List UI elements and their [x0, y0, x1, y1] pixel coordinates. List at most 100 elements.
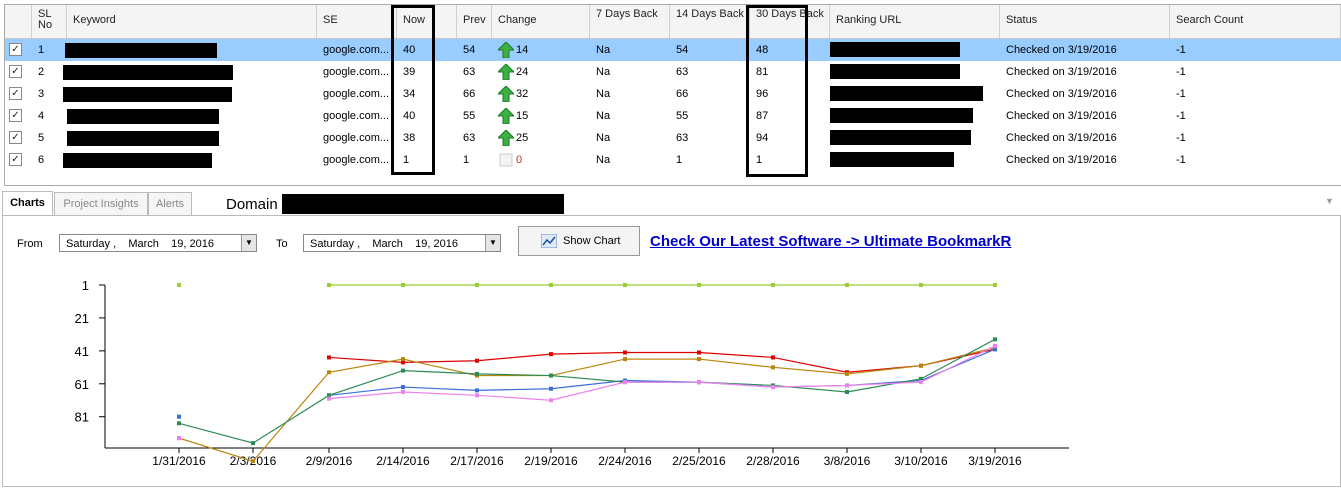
header-ranking-url[interactable]: Ranking URL [830, 5, 1000, 38]
days7-cell: Na [596, 132, 611, 144]
ranking-url-redacted [830, 108, 973, 123]
ranking-url-redacted [830, 130, 971, 145]
days7-cell: Na [596, 88, 611, 100]
prev-cell: 55 [463, 110, 476, 122]
header-14-days-back[interactable]: 14 Days Back [670, 5, 750, 38]
data-point [177, 283, 181, 287]
show-chart-label: Show Chart [563, 235, 621, 247]
change-value: 24 [516, 66, 529, 78]
days14-cell: 63 [676, 132, 689, 144]
header-7-days-back[interactable]: 7 Days Back [590, 5, 670, 38]
chart-icon [541, 234, 557, 248]
table-row[interactable]: ✓ 5 google.com... 38 63 25 Na 63 94 Checked on 3/… [5, 127, 1341, 149]
header-checkbox-col[interactable] [5, 5, 32, 38]
change-cell: 0 [492, 149, 590, 171]
series-line [178, 346, 996, 462]
change-cell: 24 [492, 61, 590, 83]
search-count-cell: -1 [1176, 132, 1186, 144]
search-count-cell: -1 [1176, 88, 1186, 100]
status-cell: Checked on 3/19/2016 [1006, 66, 1117, 78]
row-checkbox[interactable]: ✓ [9, 87, 22, 100]
days7-cell: Na [596, 110, 611, 122]
table-row[interactable]: ✓ 2 google.com... 39 63 24 Na 63 81 Checked on 3/… [5, 61, 1341, 83]
change-value: 14 [516, 44, 529, 56]
tab-project-insights[interactable]: Project Insights [54, 192, 148, 215]
row-checkbox[interactable]: ✓ [9, 65, 22, 78]
header-se[interactable]: SE [317, 5, 397, 38]
charts-panel: From Saturday , March 19, 2016 ▼ To Satu… [2, 215, 1341, 487]
sl-no-cell: 1 [38, 44, 45, 56]
header-keyword[interactable]: Keyword [67, 5, 317, 38]
ranking-url-redacted [830, 152, 954, 167]
show-chart-button[interactable]: Show Chart [518, 226, 640, 256]
days14-cell: 55 [676, 110, 689, 122]
prev-cell: 63 [463, 66, 476, 78]
prev-cell: 1 [463, 154, 470, 166]
green-up-arrow-icon [498, 108, 514, 125]
status-cell: Checked on 3/19/2016 [1006, 132, 1117, 144]
y-tick-label: 1 [82, 278, 89, 293]
status-cell: Checked on 3/19/2016 [1006, 110, 1117, 122]
keyword-redacted [67, 131, 219, 146]
to-label: To [276, 238, 288, 250]
days14-cell: 63 [676, 66, 689, 78]
chevron-down-icon[interactable]: ▼ [241, 235, 256, 251]
sl-no-cell: 3 [38, 88, 45, 100]
keyword-redacted [63, 65, 233, 80]
header-status[interactable]: Status [1000, 5, 1170, 38]
x-tick-label: 3/10/2016 [894, 454, 948, 468]
highlight-box-30-days [746, 5, 808, 177]
table-row[interactable]: ✓ 3 google.com... 34 66 32 Na 66 96 Checked on 3/… [5, 83, 1341, 105]
x-tick-label: 2/17/2016 [450, 454, 504, 468]
table-row[interactable]: ✓ 4 google.com... 40 55 15 Na 55 87 Checked on 3/… [5, 105, 1341, 127]
days14-cell: 1 [676, 154, 683, 166]
green-up-arrow-icon [498, 42, 514, 59]
header-prev[interactable]: Prev [457, 5, 492, 38]
chevron-down-icon[interactable]: ▼ [485, 235, 500, 251]
neutral-square-icon [499, 153, 513, 167]
sl-no-cell: 5 [38, 132, 45, 144]
row-checkbox[interactable]: ✓ [9, 131, 22, 144]
days7-cell: Na [596, 66, 611, 78]
table-row[interactable]: ✓ 6 google.com... 1 1 0 Na 1 1 Checked on 3/19/20… [5, 149, 1341, 171]
x-tick-label: 2/19/2016 [524, 454, 578, 468]
keyword-redacted [63, 153, 212, 168]
days7-cell: Na [596, 44, 611, 56]
header-change[interactable]: Change [492, 5, 590, 38]
to-date-value: Saturday , March 19, 2016 [310, 238, 458, 250]
header-search-count[interactable]: Search Count [1170, 5, 1341, 38]
change-cell: 25 [492, 127, 590, 149]
se-cell: google.com... [323, 154, 390, 166]
keyword-redacted [65, 43, 217, 58]
se-cell: google.com... [323, 88, 390, 100]
days7-cell: Na [596, 154, 611, 166]
row-checkbox[interactable]: ✓ [9, 153, 22, 166]
domain-label: Domain [226, 196, 278, 213]
search-count-cell: -1 [1176, 66, 1186, 78]
to-date-picker[interactable]: Saturday , March 19, 2016 ▼ [303, 234, 501, 252]
search-count-cell: -1 [1176, 110, 1186, 122]
sl-no-cell: 6 [38, 154, 45, 166]
x-tick-label: 1/31/2016 [152, 454, 206, 468]
y-tick-label: 21 [75, 311, 89, 326]
tab-charts[interactable]: Charts [2, 191, 53, 216]
change-value: 25 [516, 132, 529, 144]
header-sl-no[interactable]: SL No [32, 5, 67, 38]
row-checkbox[interactable]: ✓ [9, 43, 22, 56]
from-date-value: Saturday , March 19, 2016 [66, 238, 214, 250]
from-date-picker[interactable]: Saturday , March 19, 2016 ▼ [59, 234, 257, 252]
y-tick-label: 81 [75, 410, 89, 425]
se-cell: google.com... [323, 110, 390, 122]
status-cell: Checked on 3/19/2016 [1006, 44, 1117, 56]
ranking-url-redacted [830, 64, 960, 79]
row-checkbox[interactable]: ✓ [9, 109, 22, 122]
change-cell: 14 [492, 39, 590, 61]
data-point [177, 436, 181, 441]
panel-collapse-icon[interactable]: ▼ [1325, 196, 1334, 206]
sl-no-cell: 4 [38, 110, 45, 122]
status-cell: Checked on 3/19/2016 [1006, 154, 1117, 166]
table-row[interactable]: ✓ 1 google.com... 40 54 14 Na 54 48 Checked on 3/… [5, 39, 1341, 61]
series-line [328, 345, 996, 401]
promo-link[interactable]: Check Our Latest Software -> Ultimate Bo… [650, 233, 1011, 250]
tab-alerts[interactable]: Alerts [148, 192, 192, 215]
